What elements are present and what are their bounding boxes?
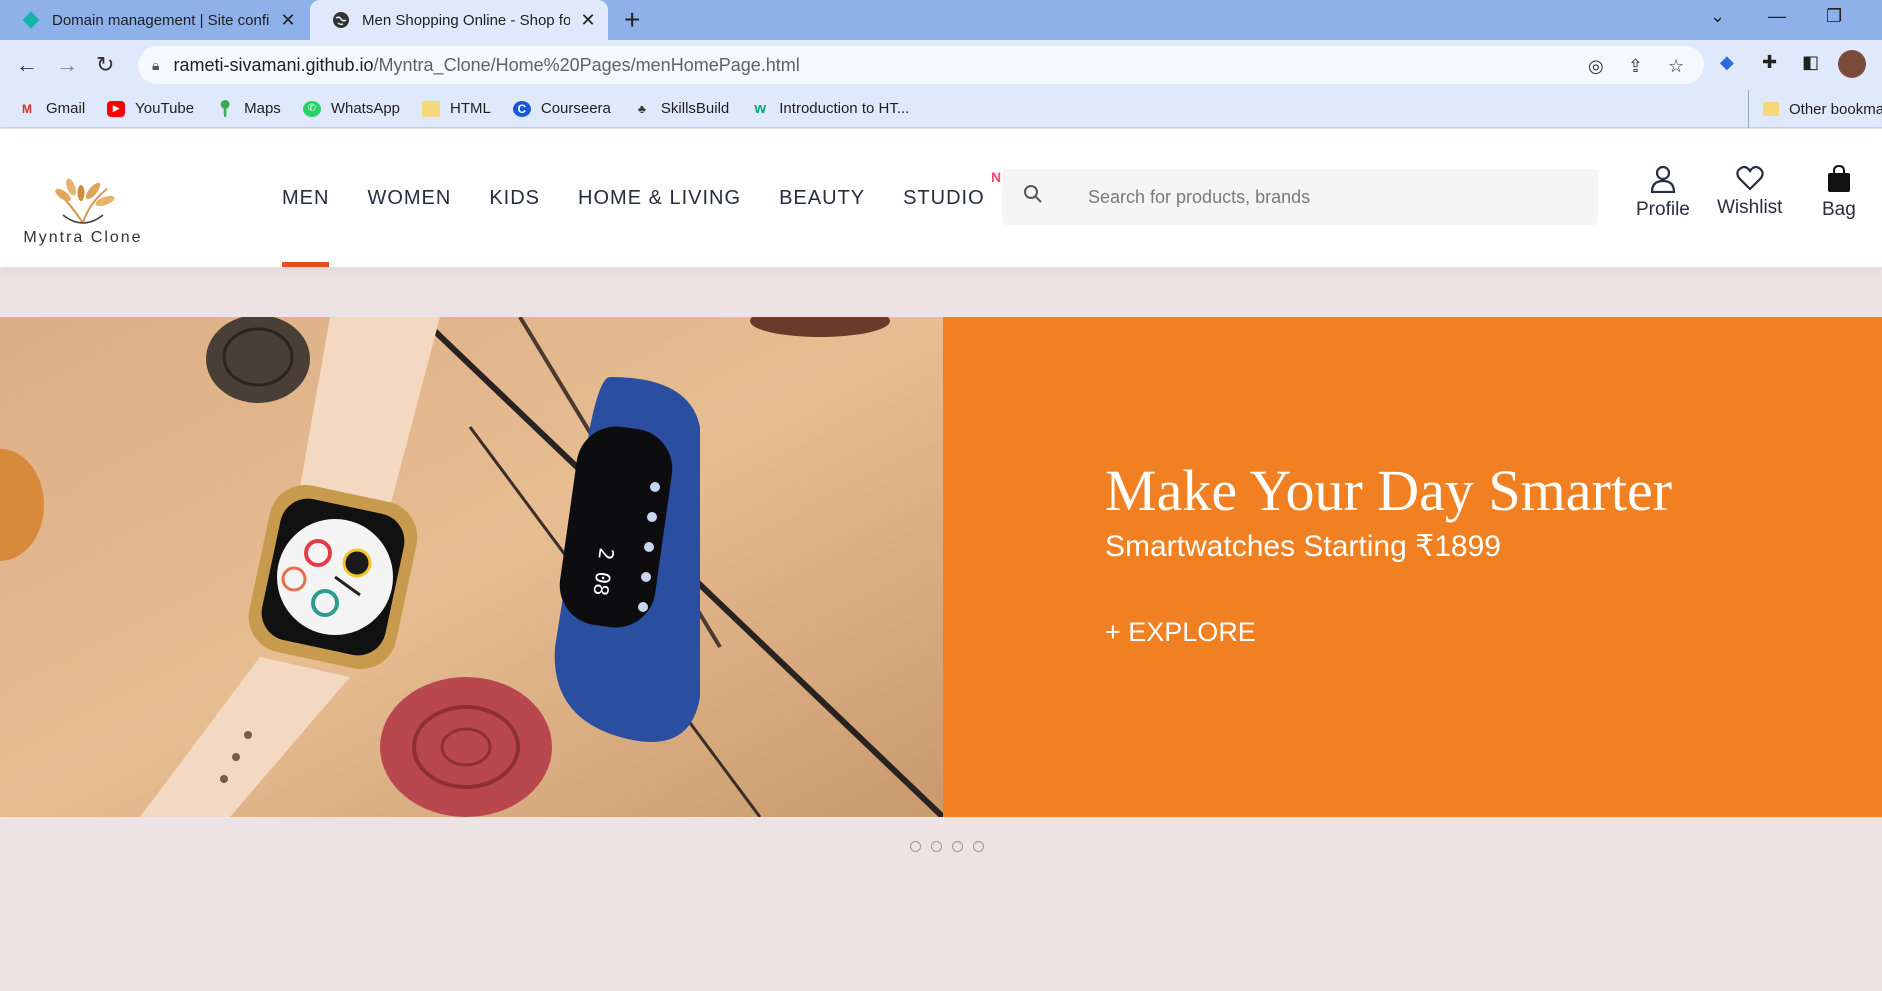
whatsapp-icon: ✆	[302, 100, 321, 117]
extension-icon[interactable]: ◆	[1720, 52, 1734, 73]
nav-item-beauty[interactable]: BEAUTY	[779, 129, 865, 267]
bookmark-maps[interactable]: 📍︎ Maps	[214, 100, 281, 118]
share-icon[interactable]: ⇪	[1628, 56, 1643, 77]
back-arrow-icon[interactable]: ←	[16, 52, 38, 78]
gmail-icon: M	[22, 101, 32, 116]
banner-promo-panel: Make Your Day Smarter Smartwatches Start…	[943, 317, 1882, 817]
youtube-icon: ▶	[107, 100, 126, 117]
search-input[interactable]	[1064, 186, 1564, 208]
bookmark-skillsbuild[interactable]: ♣ SkillsBuild	[633, 100, 729, 117]
forward-arrow-icon[interactable]: →	[56, 52, 78, 78]
browser-toolbar: ← → ↻ 🔒︎ rameti-sivamani.github.io/Myntr…	[0, 40, 1882, 90]
bookmark-gmail[interactable]: M Gmail	[18, 100, 85, 117]
skillsbuild-icon: ♣	[637, 101, 646, 116]
folder-icon	[422, 100, 441, 117]
bookmark-whatsapp[interactable]: ✆ WhatsApp	[302, 100, 400, 117]
maps-icon: 📍︎	[214, 100, 236, 118]
other-bookmarks[interactable]: Other bookma	[1748, 90, 1882, 128]
nav-item-men[interactable]: MEN	[282, 129, 330, 267]
bookmarks-bar: M Gmail ▶ YouTube 📍︎ Maps ✆ WhatsApp HTML CC…	[0, 90, 1882, 128]
explore-link[interactable]: + EXPLORE	[1105, 617, 1256, 648]
tab-title: Domain management | Site confi	[52, 11, 270, 29]
site-logo[interactable]: Myntra Clone	[20, 175, 146, 247]
heart-icon	[1736, 165, 1764, 191]
carousel-dot-4[interactable]	[973, 841, 984, 852]
logo-leaf-icon	[55, 178, 115, 224]
nav-item-kids[interactable]: KIDS	[489, 129, 540, 267]
side-panel-icon[interactable]: ◧	[1802, 52, 1819, 73]
restore-icon[interactable]: ❐	[1826, 6, 1842, 27]
close-tab-icon[interactable]: ✕	[278, 10, 298, 31]
url-host: rameti-sivamani.github.io	[173, 54, 374, 75]
bag-button[interactable]: Bag	[1822, 165, 1856, 221]
profile-button[interactable]: Profile	[1636, 165, 1690, 221]
eye-off-icon[interactable]: ◎	[1588, 56, 1604, 77]
banner-title: Make Your Day Smarter	[1105, 458, 1673, 523]
banner-subtitle: Smartwatches Starting ₹1899	[1105, 530, 1501, 563]
user-icon	[1650, 165, 1676, 193]
minimize-icon[interactable]: —	[1768, 6, 1786, 27]
w3-icon: w	[754, 100, 767, 117]
lock-icon: 🔒︎	[152, 56, 160, 73]
bookmark-html[interactable]: HTML	[422, 100, 491, 117]
reload-icon[interactable]: ↻	[96, 52, 114, 78]
puzzle-icon[interactable]: ✚	[1762, 52, 1777, 73]
nav-item-women[interactable]: WOMEN	[367, 129, 451, 267]
site-header: Myntra Clone MEN WOMEN KIDS HOME & LIVIN…	[0, 129, 1882, 267]
tab-title: Men Shopping Online - Shop for	[362, 11, 570, 29]
browser-tab-men-shopping[interactable]: Men Shopping Online - Shop for ✕	[310, 0, 608, 40]
profile-avatar[interactable]	[1838, 50, 1866, 78]
carousel-dots	[910, 841, 984, 852]
bookmark-youtube[interactable]: ▶ YouTube	[107, 100, 194, 117]
wishlist-button[interactable]: Wishlist	[1717, 165, 1782, 219]
nav-item-studio[interactable]: STUDIONEW	[903, 129, 1026, 267]
search-bar	[1002, 169, 1598, 225]
hero-banner[interactable]: 2 08 Make Your Day Smarter Smartwatches …	[0, 317, 1882, 817]
address-bar[interactable]: 🔒︎ rameti-sivamani.github.io/Myntra_Clon…	[138, 46, 1704, 84]
bookmark-courseera[interactable]: C Courseera	[512, 100, 611, 117]
logo-text: Myntra Clone	[23, 229, 143, 246]
netlify-icon	[22, 11, 40, 29]
new-tab-plus-icon[interactable]: +	[624, 6, 640, 34]
carousel-dot-2[interactable]	[931, 841, 942, 852]
url-path: /Myntra_Clone/Home%20Pages/menHomePage.h…	[373, 54, 800, 75]
smartwatch-photo: 2 08	[0, 317, 943, 817]
globe-icon	[333, 12, 349, 28]
browser-tab-domain-management[interactable]: Domain management | Site confi ✕	[0, 0, 308, 40]
browser-tab-bar: Domain management | Site confi ✕ Men Sho…	[0, 0, 1882, 40]
carousel-dot-3[interactable]	[952, 841, 963, 852]
bag-icon	[1827, 165, 1850, 192]
folder-icon	[1763, 102, 1779, 116]
search-icon[interactable]	[1002, 184, 1064, 210]
bag-label: Bag	[1822, 199, 1856, 220]
coursera-icon: C	[512, 100, 531, 117]
bookmark-introduction-to-html[interactable]: w Introduction to HT...	[751, 100, 909, 117]
main-nav: MEN WOMEN KIDS HOME & LIVING BEAUTY STUD…	[282, 129, 1026, 267]
tab-search-chevron-icon[interactable]: ⌄	[1710, 6, 1725, 27]
profile-label: Profile	[1636, 199, 1690, 220]
nav-item-home-living[interactable]: HOME & LIVING	[578, 129, 741, 267]
bookmark-star-icon[interactable]: ☆	[1668, 56, 1684, 77]
carousel-dot-1[interactable]	[910, 841, 921, 852]
close-tab-icon[interactable]: ✕	[578, 10, 598, 31]
wishlist-label: Wishlist	[1717, 197, 1783, 218]
